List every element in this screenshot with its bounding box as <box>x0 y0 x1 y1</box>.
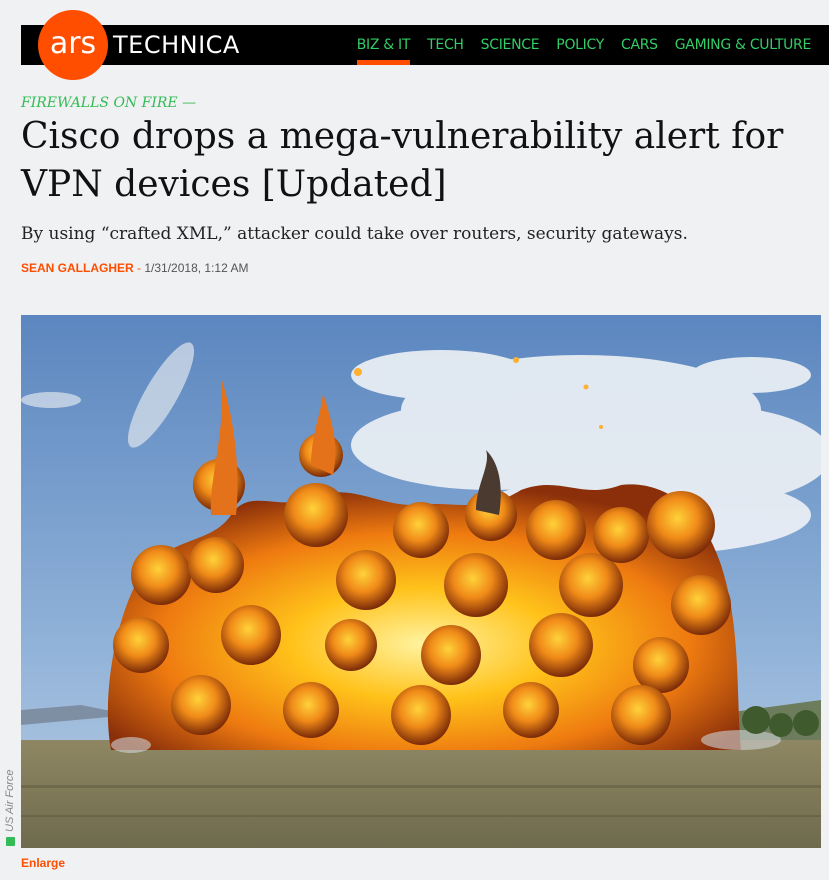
byline-separator: - <box>137 261 142 275</box>
nav-item-cars[interactable]: CARS <box>621 25 658 65</box>
nav-item-science[interactable]: SCIENCE <box>481 25 540 65</box>
explosion-illustration <box>21 315 821 848</box>
article-headline: Cisco drops a mega-vulnerability alert f… <box>21 116 784 205</box>
logo-technica-text[interactable]: TECHNICA <box>113 31 240 59</box>
camera-icon <box>6 837 15 846</box>
byline: SEAN GALLAGHER - 1/31/2018, 1:12 AM <box>21 261 248 275</box>
nav-item-biz-it[interactable]: BIZ & IT <box>356 25 411 65</box>
publish-date: 1/31/2018, 1:12 AM <box>144 261 249 275</box>
article-dek: By using “crafted XML,” attacker could t… <box>21 224 688 244</box>
article-kicker: FIREWALLS ON FIRE — <box>21 95 197 111</box>
author-link[interactable]: SEAN GALLAGHER <box>21 261 134 275</box>
section-nav: BIZ & IT TECH SCIENCE POLICY CARS GAMING… <box>356 25 812 65</box>
image-credit: US Air Force <box>4 769 16 832</box>
logo-ars-text: ars <box>49 25 97 61</box>
nav-item-tech[interactable]: TECH <box>427 25 464 65</box>
enlarge-link[interactable]: Enlarge <box>21 856 65 870</box>
nav-item-gaming-culture[interactable]: GAMING & CULTURE <box>675 25 812 65</box>
lead-image-explosion[interactable] <box>21 315 821 848</box>
nav-item-policy[interactable]: POLICY <box>556 25 604 65</box>
ars-logo[interactable]: ars <box>38 10 108 80</box>
